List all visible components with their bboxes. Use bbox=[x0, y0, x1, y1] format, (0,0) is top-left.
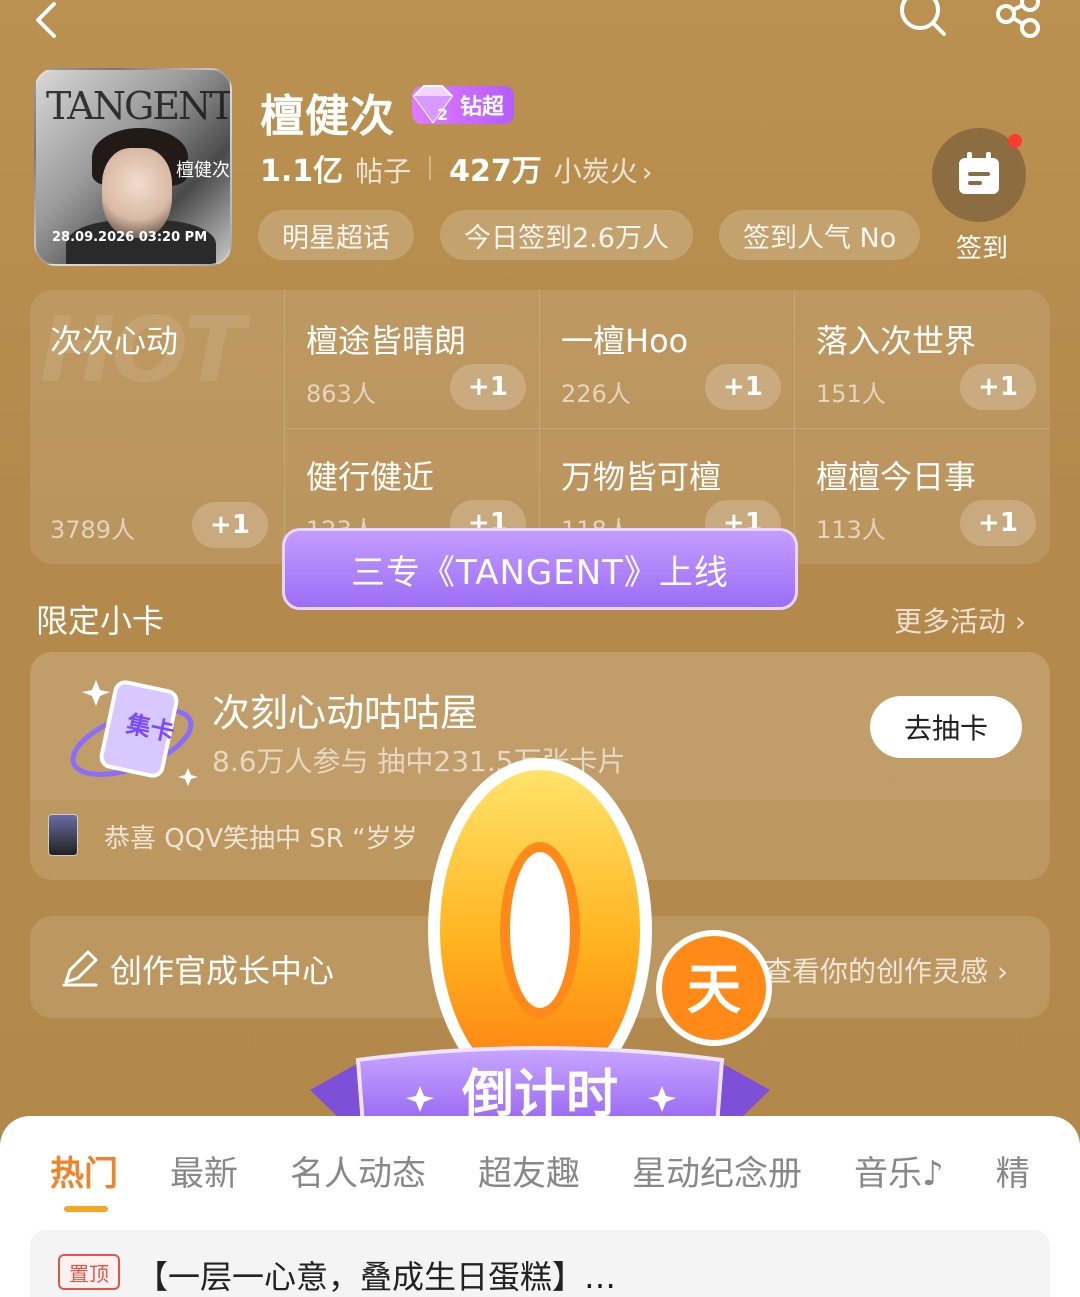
share-icon[interactable] bbox=[990, 0, 1048, 42]
level-badge[interactable]: 2 钻超 bbox=[412, 85, 515, 124]
group-cell[interactable]: 一檀Hoo 226人 +1 bbox=[561, 316, 791, 426]
group-name: 一檀Hoo bbox=[561, 322, 689, 360]
chevron-right-icon[interactable]: › bbox=[642, 158, 652, 188]
tab-memory-album[interactable]: 星动纪念册 bbox=[632, 1146, 802, 1196]
group-count: 113人 bbox=[816, 516, 886, 544]
more-activities-link[interactable]: 更多活动 › bbox=[894, 600, 1026, 640]
badge-label: 钻超 bbox=[460, 95, 505, 120]
calendar-icon bbox=[959, 152, 999, 194]
join-group-button[interactable]: +1 bbox=[960, 364, 1036, 410]
fans-count[interactable]: 427万 bbox=[449, 146, 542, 190]
group-name: 健行健近 bbox=[306, 458, 435, 496]
group-name: 万物皆可檀 bbox=[561, 458, 722, 496]
fan-groups-grid: HOT 次次心动 3789人 +1 檀途皆晴朗 863人 +1 一檀Hoo 22… bbox=[30, 290, 1050, 564]
notification-dot bbox=[1008, 134, 1022, 148]
group-count: 3789人 bbox=[50, 516, 136, 544]
grid-divider bbox=[539, 290, 540, 564]
countdown-unit: 天 bbox=[687, 958, 741, 1021]
countdown-widget[interactable]: 0 天 倒计时 bbox=[300, 750, 780, 1160]
checkin-button[interactable] bbox=[932, 128, 1026, 222]
supertopic-page: TANGENT 檀健次 28.09.2026 03:20 PM 檀健次 2 钻超… bbox=[0, 0, 1080, 1297]
pinned-post-title[interactable]: 【一层一心意，叠成生日蛋糕】… bbox=[136, 1252, 616, 1297]
join-group-button[interactable]: +1 bbox=[960, 500, 1036, 546]
creator-inspiration-link[interactable]: 查看你的创作灵感 › bbox=[764, 950, 1008, 990]
album-release-banner[interactable]: 三专《TANGENT》上线 bbox=[282, 528, 798, 610]
group-name: 檀檀今日事 bbox=[816, 458, 977, 496]
join-group-button[interactable]: +1 bbox=[705, 364, 781, 410]
topic-cover-image[interactable]: TANGENT 檀健次 28.09.2026 03:20 PM bbox=[34, 68, 232, 266]
section-title: 限定小卡 bbox=[36, 602, 165, 640]
group-count: 863人 bbox=[306, 380, 376, 408]
join-group-button[interactable]: +1 bbox=[192, 502, 268, 548]
feed-tabs: 热门 最新 名人动态 超友趣 星动纪念册 音乐♪ 精 bbox=[50, 1146, 1080, 1196]
group-name: 檀途皆晴朗 bbox=[306, 322, 467, 360]
tab-hot[interactable]: 热门 bbox=[50, 1146, 118, 1196]
posts-label: 帖子 bbox=[355, 155, 412, 188]
chip-star-topic[interactable]: 明星超话 bbox=[258, 210, 414, 260]
group-count: 151人 bbox=[816, 380, 886, 408]
pen-icon bbox=[62, 950, 98, 987]
checkin-label[interactable]: 签到 bbox=[956, 228, 1008, 265]
tab-featured[interactable]: 精 bbox=[996, 1146, 1030, 1196]
group-name: 落入次世界 bbox=[816, 322, 977, 360]
search-icon[interactable] bbox=[894, 0, 952, 42]
join-group-button[interactable]: +1 bbox=[450, 364, 526, 410]
group-cell[interactable]: 檀途皆晴朗 863人 +1 bbox=[306, 316, 536, 426]
active-tab-indicator bbox=[64, 1206, 108, 1212]
tab-latest[interactable]: 最新 bbox=[170, 1146, 238, 1196]
cover-date: 28.09.2026 03:20 PM bbox=[52, 230, 208, 245]
grid-divider bbox=[284, 428, 1050, 429]
grid-divider bbox=[284, 290, 285, 564]
card-activity-title: 次刻心动咕咕屋 bbox=[212, 691, 479, 735]
chip-checkin-rank[interactable]: 签到人气 No bbox=[718, 210, 921, 260]
chip-checkin-count[interactable]: 今日签到2.6万人 bbox=[440, 210, 693, 260]
topic-stats: 1.1亿 帖子 427万 小炭火 › bbox=[260, 146, 652, 190]
fans-label[interactable]: 小炭火 bbox=[554, 150, 638, 190]
card-collection-icon: 集卡 bbox=[70, 680, 198, 786]
back-arrow-icon[interactable] bbox=[28, 0, 68, 40]
group-name: 次次心动 bbox=[50, 322, 179, 360]
cover-name: 檀健次 bbox=[176, 160, 230, 181]
group-cell[interactable]: 落入次世界 151人 +1 bbox=[816, 316, 1046, 426]
tab-music[interactable]: 音乐♪ bbox=[854, 1146, 944, 1196]
group-count: 226人 bbox=[561, 380, 631, 408]
posts-count: 1.1亿 bbox=[260, 154, 344, 189]
topic-title: 檀健次 bbox=[260, 91, 395, 142]
cover-figure-face bbox=[102, 148, 172, 238]
avatar bbox=[48, 814, 78, 856]
tab-fan-fun[interactable]: 超友趣 bbox=[478, 1146, 580, 1196]
cover-title: TANGENT bbox=[46, 84, 232, 128]
pinned-badge: 置顶 bbox=[58, 1254, 120, 1290]
stats-divider bbox=[429, 156, 432, 180]
tab-celebrity-news[interactable]: 名人动态 bbox=[290, 1146, 426, 1196]
group-cell-main[interactable]: 次次心动 3789人 +1 bbox=[50, 316, 280, 556]
topic-chips: 明星超话 今日签到2.6万人 签到人气 No bbox=[258, 210, 924, 262]
diamond-icon: 2 bbox=[412, 85, 454, 124]
group-cell[interactable]: 檀檀今日事 113人 +1 bbox=[816, 452, 1046, 562]
svg-text:2: 2 bbox=[437, 105, 448, 124]
draw-card-button[interactable]: 去抽卡 bbox=[870, 696, 1022, 758]
grid-divider bbox=[794, 290, 795, 564]
